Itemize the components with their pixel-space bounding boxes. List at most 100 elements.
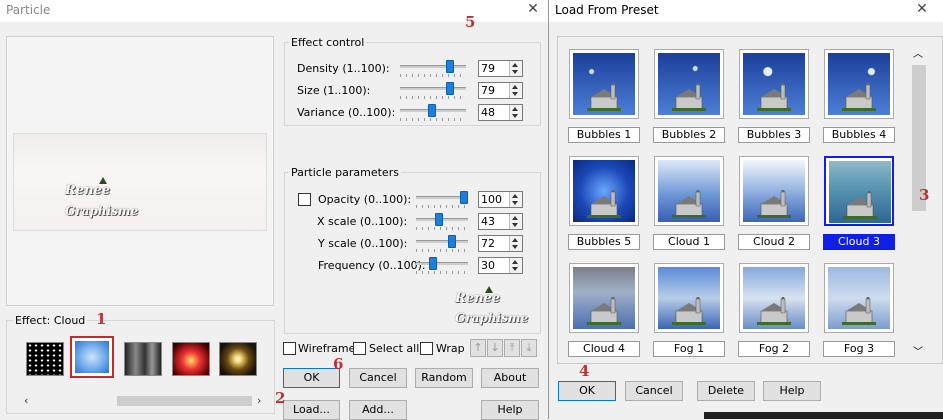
effect-label: Effect: Cloud [13,314,88,327]
add-button[interactable]: Add... [349,400,407,420]
close-icon[interactable]: ✕ [913,1,931,17]
effect-scrollbar[interactable]: ‹ › [21,394,266,408]
spin-up-icon[interactable] [512,85,518,89]
ec-slider-ticks-2 [400,118,466,121]
scroll-thumb[interactable] [117,396,252,406]
watermark-line1: Renee [65,183,111,198]
preset-caption[interactable]: Fog 3 [823,341,895,357]
ec-spinbox-0[interactable]: 79 [478,60,523,77]
preset-caption[interactable]: Fog 2 [738,341,810,357]
ec-slider-track-1[interactable] [400,87,466,90]
pp-slider-thumb-3[interactable] [429,257,438,270]
pp-spinbox-2[interactable]: 72 [478,235,523,252]
preset-thumb[interactable] [654,156,724,226]
load-button[interactable]: Load... [283,400,340,420]
ec-spinbox-1[interactable]: 79 [478,82,523,99]
preset-delete-button[interactable]: Delete [697,381,755,401]
ok-button[interactable]: OK [283,368,340,388]
ec-spinbox-2[interactable]: 48 [478,104,523,121]
pp-spinbox-0[interactable]: 100 [478,191,523,208]
preset-thumb[interactable] [654,263,724,333]
preset-help-button[interactable]: Help [763,381,821,401]
opacity-checkbox[interactable] [298,193,311,206]
preset-thumb[interactable] [739,263,809,333]
preset-thumb[interactable] [739,156,809,226]
scroll-left-icon[interactable]: ‹ [24,394,28,407]
spin-up-icon[interactable] [512,63,518,67]
ec-slider-thumb-2[interactable] [427,104,436,117]
spin-up-icon[interactable] [512,216,518,220]
preset-caption[interactable]: Bubbles 4 [823,127,895,143]
close-icon[interactable]: ✕ [524,1,542,17]
spin-arrows[interactable] [509,105,522,120]
help-button[interactable]: Help [481,400,539,420]
preset-thumb[interactable] [824,49,894,119]
ec-slider-thumb-0[interactable] [445,60,454,73]
preset-thumb[interactable] [824,156,894,226]
preset-thumb[interactable] [654,49,724,119]
preset-caption[interactable]: Cloud 4 [568,341,640,357]
spin-arrows[interactable] [509,192,522,207]
spin-arrows[interactable] [509,83,522,98]
preset-caption[interactable]: Cloud 1 [653,234,725,250]
move-down-button[interactable]: ↓ [487,339,503,357]
preset-cancel-button[interactable]: Cancel [625,381,683,401]
preset-caption[interactable]: Bubbles 5 [568,234,640,250]
pp-spinbox-1[interactable]: 43 [478,213,523,230]
spin-arrows[interactable] [509,214,522,229]
preset-thumb[interactable] [824,263,894,333]
spin-down-icon[interactable] [512,114,518,118]
pp-slider-thumb-0[interactable] [460,191,468,204]
spin-down-icon[interactable] [512,223,518,227]
preset-thumb[interactable] [739,49,809,119]
spin-down-icon[interactable] [512,201,518,205]
spin-up-icon[interactable] [512,260,518,264]
scroll-down-icon[interactable]: ﹀ [913,343,923,358]
effect-thumb-fire[interactable] [172,342,210,376]
spin-up-icon[interactable] [512,238,518,242]
pp-slider-track-3[interactable] [416,262,468,265]
preset-thumb[interactable] [569,156,639,226]
preset-thumb[interactable] [569,263,639,333]
effect-thumb-stars[interactable] [26,342,64,376]
scroll-up-icon[interactable]: ︿ [913,45,923,60]
scroll-right-icon[interactable]: › [257,394,261,407]
preset-ok-button[interactable]: OK [558,381,616,401]
ec-slider-ticks-1 [400,96,466,99]
spin-arrows[interactable] [509,61,522,76]
pp-slider-thumb-2[interactable] [447,235,456,248]
preset-caption[interactable]: Fog 1 [653,341,725,357]
cancel-button[interactable]: Cancel [349,368,407,388]
move-top-button[interactable]: ⤒ [504,339,520,357]
ec-slider-thumb-1[interactable] [445,82,454,95]
pp-slider-track-2[interactable] [416,240,468,243]
pp-slider-thumb-1[interactable] [434,213,443,226]
effect-thumb-fog[interactable] [124,342,162,376]
effect-thumb-cloud[interactable] [70,336,114,378]
move-bottom-button[interactable]: ⤓ [521,339,537,357]
spin-down-icon[interactable] [512,92,518,96]
spin-up-icon[interactable] [512,194,518,198]
effect-thumb-sparkle[interactable] [219,342,257,376]
ec-slider-track-0[interactable] [400,65,466,68]
preset-caption[interactable]: Bubbles 1 [568,127,640,143]
spin-arrows[interactable] [509,258,522,273]
wrap-checkbox[interactable] [420,342,433,355]
select-all-checkbox[interactable] [353,342,366,355]
about-button[interactable]: About [481,368,539,388]
spin-down-icon[interactable] [512,245,518,249]
spin-arrows[interactable] [509,236,522,251]
wireframe-checkbox[interactable] [283,342,296,355]
select-all-label: Select all [369,342,420,355]
spin-down-icon[interactable] [512,267,518,271]
pp-spinbox-3[interactable]: 30 [478,257,523,274]
random-button[interactable]: Random [415,368,473,388]
preset-thumb[interactable] [569,49,639,119]
move-up-button[interactable]: ↑ [470,339,486,357]
spin-down-icon[interactable] [512,70,518,74]
preset-caption[interactable]: Cloud 2 [738,234,810,250]
preset-caption[interactable]: Bubbles 3 [738,127,810,143]
spin-up-icon[interactable] [512,107,518,111]
preset-caption[interactable]: Cloud 3 [823,234,895,250]
preset-caption[interactable]: Bubbles 2 [653,127,725,143]
